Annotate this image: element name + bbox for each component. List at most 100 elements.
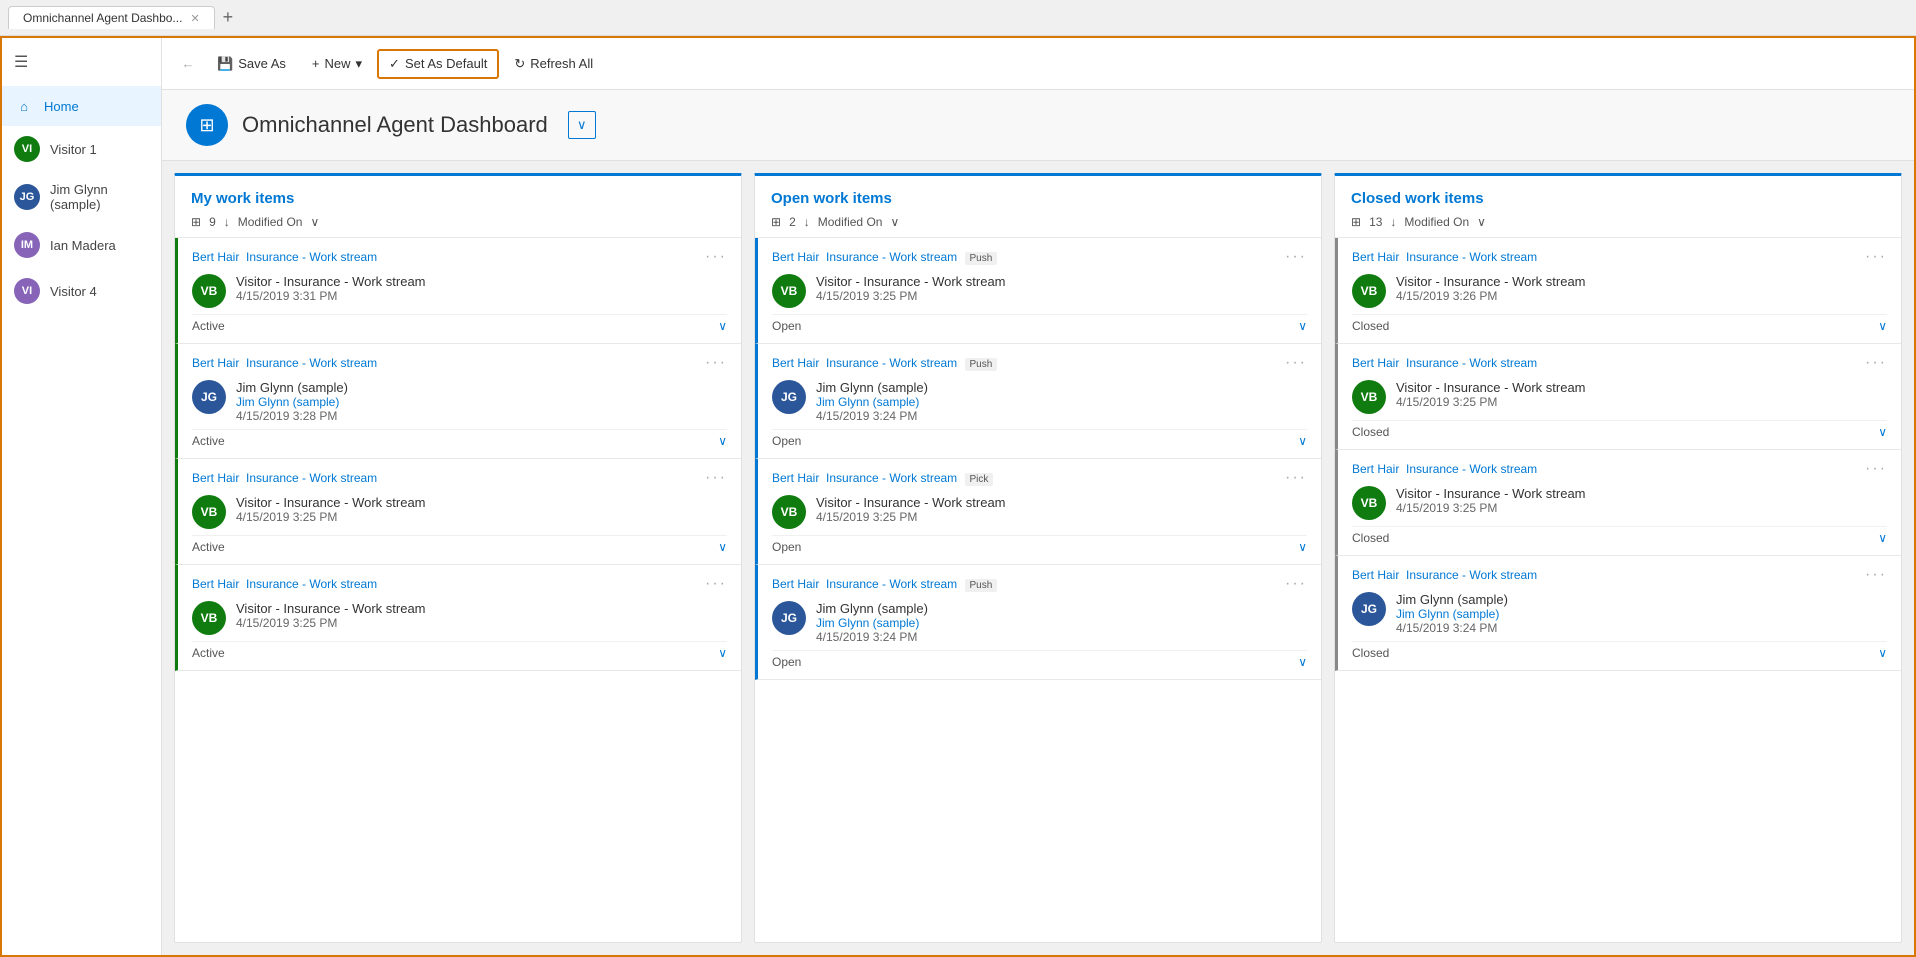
item-menu-button[interactable]: ···: [1285, 248, 1307, 266]
item-date: 4/15/2019 3:31 PM: [236, 289, 727, 303]
main-content: ← 💾 Save As + New ▾ ✓ Set As Default ↻ R…: [162, 38, 1914, 955]
work-item-footer: Open ∨: [772, 314, 1307, 333]
work-item-body: VB Visitor - Insurance - Work stream 4/1…: [192, 274, 727, 308]
back-button[interactable]: ←: [174, 50, 202, 78]
agent-name: Bert Hair: [192, 577, 239, 591]
agent-name: Bert Hair: [192, 250, 239, 264]
item-avatar: VB: [1352, 486, 1386, 520]
closed-work-items-column: Closed work items ⊞ 13 ↓ Modified On ∨: [1334, 173, 1902, 943]
item-info: Visitor - Insurance - Work stream 4/15/2…: [816, 495, 1307, 524]
status-badge: Active: [192, 434, 225, 448]
table-row: Bert Hair Insurance - Work stream ··· VB…: [175, 459, 741, 565]
work-item-footer: Open ∨: [772, 535, 1307, 554]
refresh-all-button[interactable]: ↻ Refresh All: [503, 50, 604, 78]
work-item-header: Bert Hair Insurance - Work stream ···: [192, 248, 727, 266]
set-as-default-button[interactable]: ✓ Set As Default: [377, 49, 499, 79]
work-item-header: Bert Hair Insurance - Work stream ···: [1352, 248, 1887, 266]
item-menu-button[interactable]: ···: [705, 248, 727, 266]
agent-name: Bert Hair: [772, 356, 819, 370]
work-item-body: VB Visitor - Insurance - Work stream 4/1…: [192, 495, 727, 529]
work-item-footer: Active ∨: [192, 429, 727, 448]
work-stream: Insurance - Work stream: [1406, 250, 1537, 264]
new-button[interactable]: + New ▾: [301, 50, 373, 78]
item-avatar: VB: [192, 601, 226, 635]
item-menu-button[interactable]: ···: [1285, 469, 1307, 487]
save-as-button[interactable]: 💾 Save As: [206, 50, 297, 78]
refresh-all-label: Refresh All: [530, 56, 593, 71]
sort-chevron-icon[interactable]: ∨: [1477, 215, 1486, 229]
sidebar-item-ian-madera[interactable]: IM Ian Madera: [2, 222, 161, 268]
work-stream: Insurance - Work stream: [246, 356, 377, 370]
sidebar-item-ian-label: Ian Madera: [50, 238, 116, 253]
item-title: Visitor - Insurance - Work stream: [1396, 486, 1887, 501]
dashboard-icon: ⊞: [199, 115, 214, 136]
expand-icon[interactable]: ∨: [1878, 425, 1887, 439]
work-item-footer: Open ∨: [772, 650, 1307, 669]
expand-icon[interactable]: ∨: [718, 540, 727, 554]
work-stream: Insurance - Work stream: [1406, 462, 1537, 476]
columns-container: My work items ⊞ 9 ↓ Modified On ∨: [174, 173, 1902, 943]
closed-work-sort-label[interactable]: Modified On: [1404, 215, 1469, 229]
new-dropdown-icon: ▾: [356, 56, 363, 72]
expand-icon[interactable]: ∨: [1298, 655, 1307, 669]
expand-icon[interactable]: ∨: [1298, 319, 1307, 333]
sidebar-item-visitor4-label: Visitor 4: [50, 284, 97, 299]
item-info: Visitor - Insurance - Work stream 4/15/2…: [1396, 486, 1887, 515]
item-menu-button[interactable]: ···: [1865, 566, 1887, 584]
browser-tab[interactable]: Omnichannel Agent Dashbo... ✕: [8, 6, 215, 29]
sidebar: ☰ ⌂ Home VI Visitor 1 JG Jim Glynn (samp…: [2, 38, 162, 955]
work-item-header: Bert Hair Insurance - Work stream ···: [192, 575, 727, 593]
expand-icon[interactable]: ∨: [1298, 540, 1307, 554]
item-menu-button[interactable]: ···: [1285, 354, 1307, 372]
item-date: 4/15/2019 3:25 PM: [1396, 501, 1887, 515]
expand-icon[interactable]: ∨: [718, 646, 727, 660]
expand-icon[interactable]: ∨: [718, 434, 727, 448]
item-avatar: JG: [772, 601, 806, 635]
item-badge: Push: [965, 252, 998, 265]
item-menu-button[interactable]: ···: [705, 354, 727, 372]
expand-icon[interactable]: ∨: [1298, 434, 1307, 448]
sidebar-item-visitor4[interactable]: VI Visitor 4: [2, 268, 161, 314]
sidebar-menu-icon[interactable]: ☰: [2, 38, 161, 86]
sidebar-item-home-label: Home: [44, 99, 79, 114]
expand-icon[interactable]: ∨: [718, 319, 727, 333]
work-item-footer: Closed ∨: [1352, 420, 1887, 439]
item-badge: Push: [965, 579, 998, 592]
open-work-items-controls: ⊞ 2 ↓ Modified On ∨: [771, 215, 1305, 229]
sort-down-icon[interactable]: ↓: [1390, 215, 1396, 229]
sort-down-icon[interactable]: ↓: [224, 215, 230, 229]
sort-chevron-icon[interactable]: ∨: [310, 215, 319, 229]
item-menu-button[interactable]: ···: [705, 575, 727, 593]
item-date: 4/15/2019 3:25 PM: [236, 510, 727, 524]
open-work-items-body: Bert Hair Insurance - Work stream Push ·…: [755, 238, 1321, 942]
tab-add-button[interactable]: +: [223, 7, 234, 28]
status-badge: Closed: [1352, 646, 1389, 660]
tab-close-icon[interactable]: ✕: [190, 12, 199, 25]
open-work-sort-label[interactable]: Modified On: [818, 215, 883, 229]
item-menu-button[interactable]: ···: [705, 469, 727, 487]
page-title-dropdown-button[interactable]: ∨: [568, 111, 596, 139]
item-avatar: JG: [192, 380, 226, 414]
expand-icon[interactable]: ∨: [1878, 319, 1887, 333]
sidebar-item-home[interactable]: ⌂ Home: [2, 86, 161, 126]
my-work-sort-label[interactable]: Modified On: [238, 215, 303, 229]
item-menu-button[interactable]: ···: [1285, 575, 1307, 593]
work-stream: Insurance - Work stream: [246, 471, 377, 485]
sidebar-item-visitor1[interactable]: VI Visitor 1: [2, 126, 161, 172]
agent-name: Bert Hair: [1352, 462, 1399, 476]
item-title: Jim Glynn (sample): [816, 380, 1307, 395]
item-menu-button[interactable]: ···: [1865, 354, 1887, 372]
work-item-header: Bert Hair Insurance - Work stream Pick ·…: [772, 469, 1307, 487]
expand-icon[interactable]: ∨: [1878, 646, 1887, 660]
set-as-default-label: Set As Default: [405, 56, 487, 71]
item-title: Visitor - Insurance - Work stream: [816, 274, 1307, 289]
item-menu-button[interactable]: ···: [1865, 248, 1887, 266]
expand-icon[interactable]: ∨: [1878, 531, 1887, 545]
item-avatar: VB: [192, 495, 226, 529]
sort-chevron-icon[interactable]: ∨: [890, 215, 899, 229]
sidebar-item-jim-glynn[interactable]: JG Jim Glynn (sample): [2, 172, 161, 222]
work-item-footer: Closed ∨: [1352, 641, 1887, 660]
my-work-items-controls: ⊞ 9 ↓ Modified On ∨: [191, 215, 725, 229]
sort-down-icon[interactable]: ↓: [804, 215, 810, 229]
item-menu-button[interactable]: ···: [1865, 460, 1887, 478]
